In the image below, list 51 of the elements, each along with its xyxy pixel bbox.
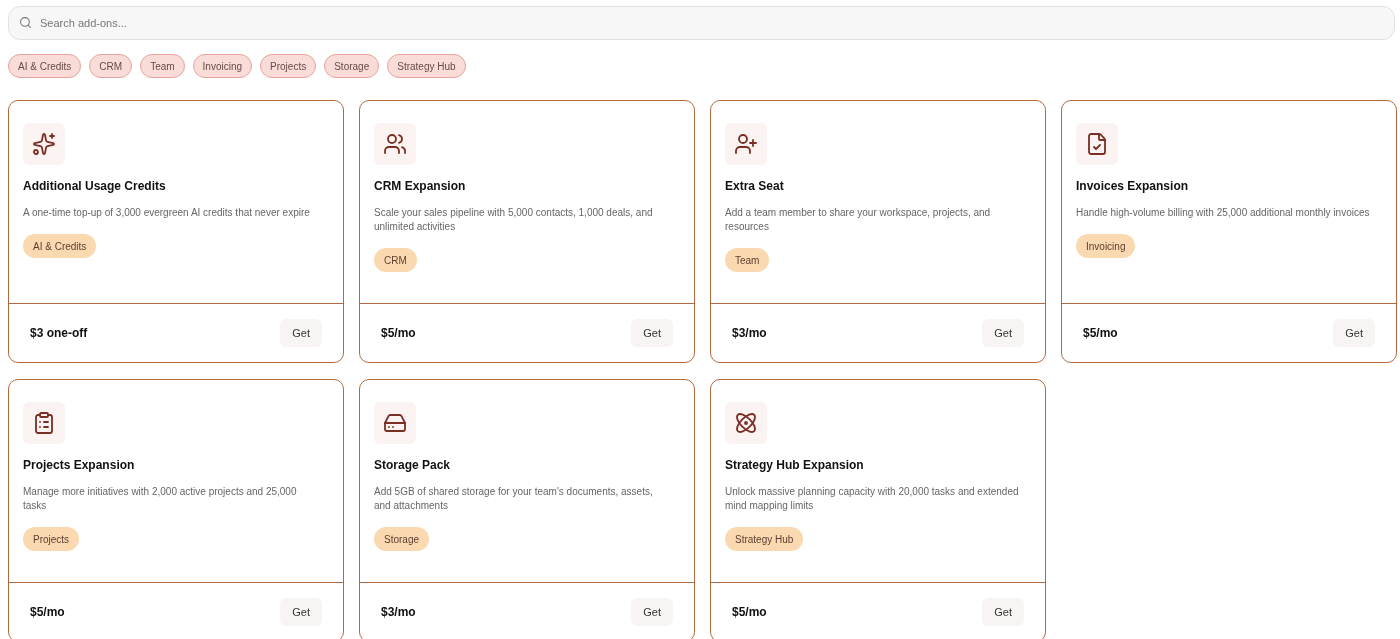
addon-description: Scale your sales pipeline with 5,000 contacts, 1,000 deals, and unlimited activities	[374, 206, 654, 234]
search-icon	[19, 16, 32, 29]
category-tag: CRM	[374, 248, 417, 272]
user-plus-icon	[725, 123, 767, 165]
addon-description: Manage more initiatives with 2,000 active projects and 25,000 tasks	[23, 485, 298, 513]
get-button[interactable]: Get	[1333, 319, 1375, 347]
get-button[interactable]: Get	[280, 319, 322, 347]
addon-description: A one-time top-up of 3,000 evergreen AI credits that never expire	[23, 206, 311, 220]
get-button[interactable]: Get	[982, 598, 1024, 626]
filter-chip[interactable]: Strategy Hub	[387, 54, 466, 78]
addon-title: Extra Seat	[725, 179, 784, 193]
category-tag: AI & Credits	[23, 234, 97, 258]
addon-description: Add a team member to share your workspace, projects, and resources	[725, 206, 992, 234]
get-button[interactable]: Get	[631, 319, 673, 347]
addon-price: $5/mo	[381, 326, 416, 340]
addon-description: Add 5GB of shared storage for your team's documents, assets, and attachments	[374, 485, 654, 513]
addon-title: Strategy Hub Expansion	[725, 458, 864, 472]
category-tag: Storage	[374, 527, 430, 551]
file-check-icon	[1076, 123, 1118, 165]
addon-price: $3/mo	[732, 326, 767, 340]
clipboard-list-icon	[23, 402, 65, 444]
addon-price: $5/mo	[732, 605, 767, 619]
addon-price: $5/mo	[30, 605, 65, 619]
filter-chip[interactable]: Storage	[324, 54, 380, 78]
addon-price: $3/mo	[381, 605, 416, 619]
addon-description: Handle high-volume billing with 25,000 additional monthly invoices	[1076, 206, 1371, 220]
filter-chip[interactable]: Projects	[260, 54, 317, 78]
get-button[interactable]: Get	[982, 319, 1024, 347]
category-tag: Strategy Hub	[725, 527, 804, 551]
filter-chip[interactable]: AI & Credits	[8, 54, 82, 78]
addon-title: Invoices Expansion	[1076, 179, 1189, 193]
filter-chip[interactable]: Team	[140, 54, 185, 78]
filter-chip[interactable]: Invoicing	[192, 54, 253, 78]
addon-description: Unlock massive planning capacity with 20,000 tasks and extended mind mapping limits	[725, 485, 1020, 513]
addon-title: Projects Expansion	[23, 458, 135, 472]
hard-drive-icon	[374, 402, 416, 444]
addon-title: Additional Usage Credits	[23, 179, 166, 193]
filter-chip[interactable]: CRM	[89, 54, 133, 78]
category-tag: Team	[725, 248, 770, 272]
addon-price: $3 one-off	[30, 326, 88, 340]
get-button[interactable]: Get	[631, 598, 673, 626]
atom-icon	[725, 402, 767, 444]
get-button[interactable]: Get	[280, 598, 322, 626]
search-field[interactable]: Search add-ons...	[8, 6, 1395, 40]
addon-title: CRM Expansion	[374, 179, 466, 193]
addon-price: $5/mo	[1083, 326, 1118, 340]
category-tag: Invoicing	[1076, 234, 1136, 258]
addon-title: Storage Pack	[374, 458, 451, 472]
sparkles-icon	[23, 123, 65, 165]
users-icon	[374, 123, 416, 165]
category-tag: Projects	[23, 527, 80, 551]
